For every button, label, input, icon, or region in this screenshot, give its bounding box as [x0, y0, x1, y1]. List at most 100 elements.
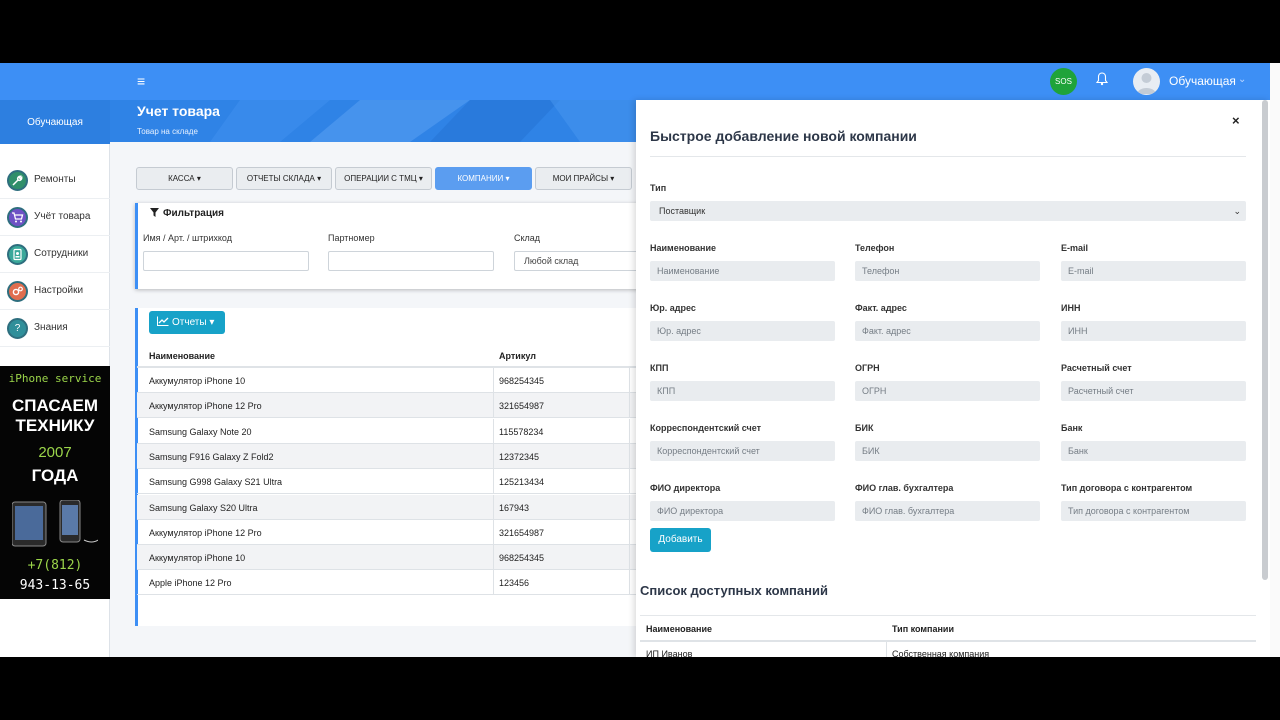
column-separator	[886, 642, 887, 657]
sidebar-item-repairs[interactable]: Ремонты	[0, 163, 110, 199]
table-row[interactable]: Аккумулятор iPhone 10 968254345	[137, 368, 640, 393]
name-filter-input[interactable]	[143, 251, 309, 271]
sidebar-item-inventory[interactable]: Учёт товара	[0, 200, 110, 236]
user-name[interactable]: Обучающая	[1169, 74, 1236, 88]
page-subtitle: Товар на складе	[137, 127, 198, 136]
column-header-company-type[interactable]: Тип компании	[892, 624, 954, 634]
operations-dropdown-button[interactable]: ОПЕРАЦИИ С ТМЦ ▾	[335, 167, 432, 190]
field-6-label: КПП	[650, 363, 669, 373]
prices-dropdown-button[interactable]: МОИ ПРАЙСЫ ▾	[535, 167, 632, 190]
field-7-input[interactable]: ОГРН	[855, 381, 1040, 401]
column-header-name[interactable]: Наименование	[149, 351, 215, 361]
column-separator	[493, 519, 494, 545]
field-9-label: Корреспондентский счет	[650, 423, 762, 433]
product-article: 115578234	[499, 426, 544, 437]
product-name: Apple iPhone 12 Pro	[149, 578, 232, 589]
field-3-input[interactable]: Юр. адрес	[650, 321, 835, 341]
column-separator	[493, 393, 494, 419]
reports-dropdown-button[interactable]: Отчеты ▾	[149, 311, 225, 334]
scrollbar-track[interactable]	[1270, 63, 1280, 657]
companies-list-title: Список доступных компаний	[640, 583, 828, 598]
product-article: 123456	[499, 578, 530, 589]
close-icon[interactable]: ×	[1232, 113, 1240, 128]
sidebar-item-employees[interactable]: Сотрудники	[0, 237, 110, 273]
table-row[interactable]: Samsung Galaxy Note 20 115578234	[137, 418, 640, 444]
cart-icon	[7, 207, 28, 228]
field-6-input[interactable]: КПП	[650, 381, 835, 401]
product-article: 12372345	[499, 451, 540, 462]
product-article: 968254345	[499, 553, 545, 564]
sidebar-item-knowledge[interactable]: ? Знания	[0, 311, 110, 347]
field-1-label: Телефон	[855, 243, 895, 253]
field-9-input[interactable]: Корреспондентский счет	[650, 441, 835, 461]
sidebar-item-label: Ремонты	[34, 174, 76, 185]
product-article: 321654987	[499, 527, 545, 538]
company-row-name[interactable]: ИП Иванов	[646, 649, 692, 657]
column-header-company-name[interactable]: Наименование	[646, 624, 712, 634]
product-name: Samsung Galaxy S20 Ultra	[149, 502, 258, 513]
field-5-label: ИНН	[1061, 303, 1081, 313]
table-row[interactable]: Аккумулятор iPhone 12 Pro 321654987	[137, 393, 640, 419]
kassa-dropdown-button[interactable]: КАССА ▾	[136, 167, 233, 190]
hamburger-menu-icon[interactable]: ≡	[137, 73, 145, 89]
field-10-input[interactable]: БИК	[855, 441, 1040, 461]
table-row[interactable]: Аккумулятор iPhone 10 968254345	[137, 545, 640, 571]
sklad-reports-dropdown-button[interactable]: ОТЧЕТЫ СКЛАДА ▾	[236, 167, 332, 190]
company-type-value: Поставщик	[659, 206, 706, 216]
name-filter-label: Имя / Арт. / штрихкод	[143, 233, 232, 243]
column-separator	[493, 570, 494, 596]
field-0-input[interactable]: Наименование	[650, 261, 835, 281]
field-8-input[interactable]: Расчетный счет	[1061, 381, 1246, 401]
sidebar-brand[interactable]: Обучающая	[0, 100, 110, 144]
field-11-input[interactable]: Банк	[1061, 441, 1246, 461]
top-navbar: ≡ SOS Обучающая ⌄	[0, 63, 1280, 100]
column-separator	[493, 418, 494, 444]
avatar[interactable]	[1133, 68, 1160, 95]
divider	[650, 156, 1246, 157]
table-row[interactable]: Аккумулятор iPhone 12 Pro 321654987	[137, 519, 640, 545]
column-separator	[629, 570, 630, 596]
column-separator	[629, 393, 630, 419]
table-row[interactable]: Samsung F916 Galaxy Z Fold2 12372345	[137, 443, 640, 469]
field-4-label: Факт. адрес	[855, 303, 907, 313]
field-1-input[interactable]: Телефон	[855, 261, 1040, 281]
ad-phone-code: +7(812)	[27, 558, 83, 573]
page-header: Учет товара Товар на складе	[110, 100, 640, 142]
gears-icon	[7, 281, 28, 302]
product-article: 321654987	[499, 401, 545, 412]
product-name: Аккумулятор iPhone 12 Pro	[149, 401, 262, 412]
field-12-input[interactable]: ФИО директора	[650, 501, 835, 521]
product-name: Аккумулятор iPhone 10	[149, 376, 246, 386]
sidebar-item-settings[interactable]: Настройки	[0, 274, 110, 310]
column-separator	[629, 418, 630, 444]
field-2-input[interactable]: E-mail	[1061, 261, 1246, 281]
sos-button[interactable]: SOS	[1050, 68, 1077, 95]
sidebar-item-label: Настройки	[34, 285, 84, 296]
field-5-input[interactable]: ИНН	[1061, 321, 1246, 341]
company-type-select[interactable]: Поставщик ⌄	[650, 201, 1246, 221]
type-label: Тип	[650, 183, 667, 193]
field-4-input[interactable]: Факт. адрес	[855, 321, 1040, 341]
sklad-filter-select[interactable]: Любой склад	[514, 251, 640, 271]
ad-banner[interactable]: iPhone service СПАСАЕМ ТЕХНИКУ 2007 ГОДА…	[0, 366, 110, 599]
companies-dropdown-button[interactable]: КОМПАНИИ ▾	[435, 167, 532, 190]
column-header-article[interactable]: Артикул	[499, 351, 536, 361]
table-row[interactable]: Apple iPhone 12 Pro 123456	[137, 570, 640, 596]
field-0-label: Наименование	[650, 243, 717, 253]
partnumber-filter-input[interactable]	[328, 251, 494, 271]
column-separator	[493, 368, 494, 393]
table-row[interactable]: Samsung Galaxy S20 Ultra 167943	[137, 494, 640, 520]
field-13-input[interactable]: ФИО глав. бухгалтера	[855, 501, 1040, 521]
filter-title-text: Фильтрация	[163, 208, 225, 219]
add-company-button[interactable]: Добавить	[650, 528, 711, 552]
modal-title: Быстрое добавление новой компании	[650, 128, 917, 144]
field-8-label: Расчетный счет	[1061, 363, 1132, 373]
filter-icon	[150, 208, 159, 217]
bell-icon[interactable]	[1095, 72, 1109, 88]
field-14-input[interactable]: Тип договора с контрагентом	[1061, 501, 1246, 521]
scrollbar-thumb[interactable]	[1262, 100, 1268, 580]
table-row[interactable]: Samsung G998 Galaxy S21 Ultra 125213434	[137, 469, 640, 495]
chevron-down-icon[interactable]: ⌄	[1238, 74, 1246, 85]
field-10-label: БИК	[855, 423, 874, 433]
ad-year: 2007	[38, 444, 72, 461]
